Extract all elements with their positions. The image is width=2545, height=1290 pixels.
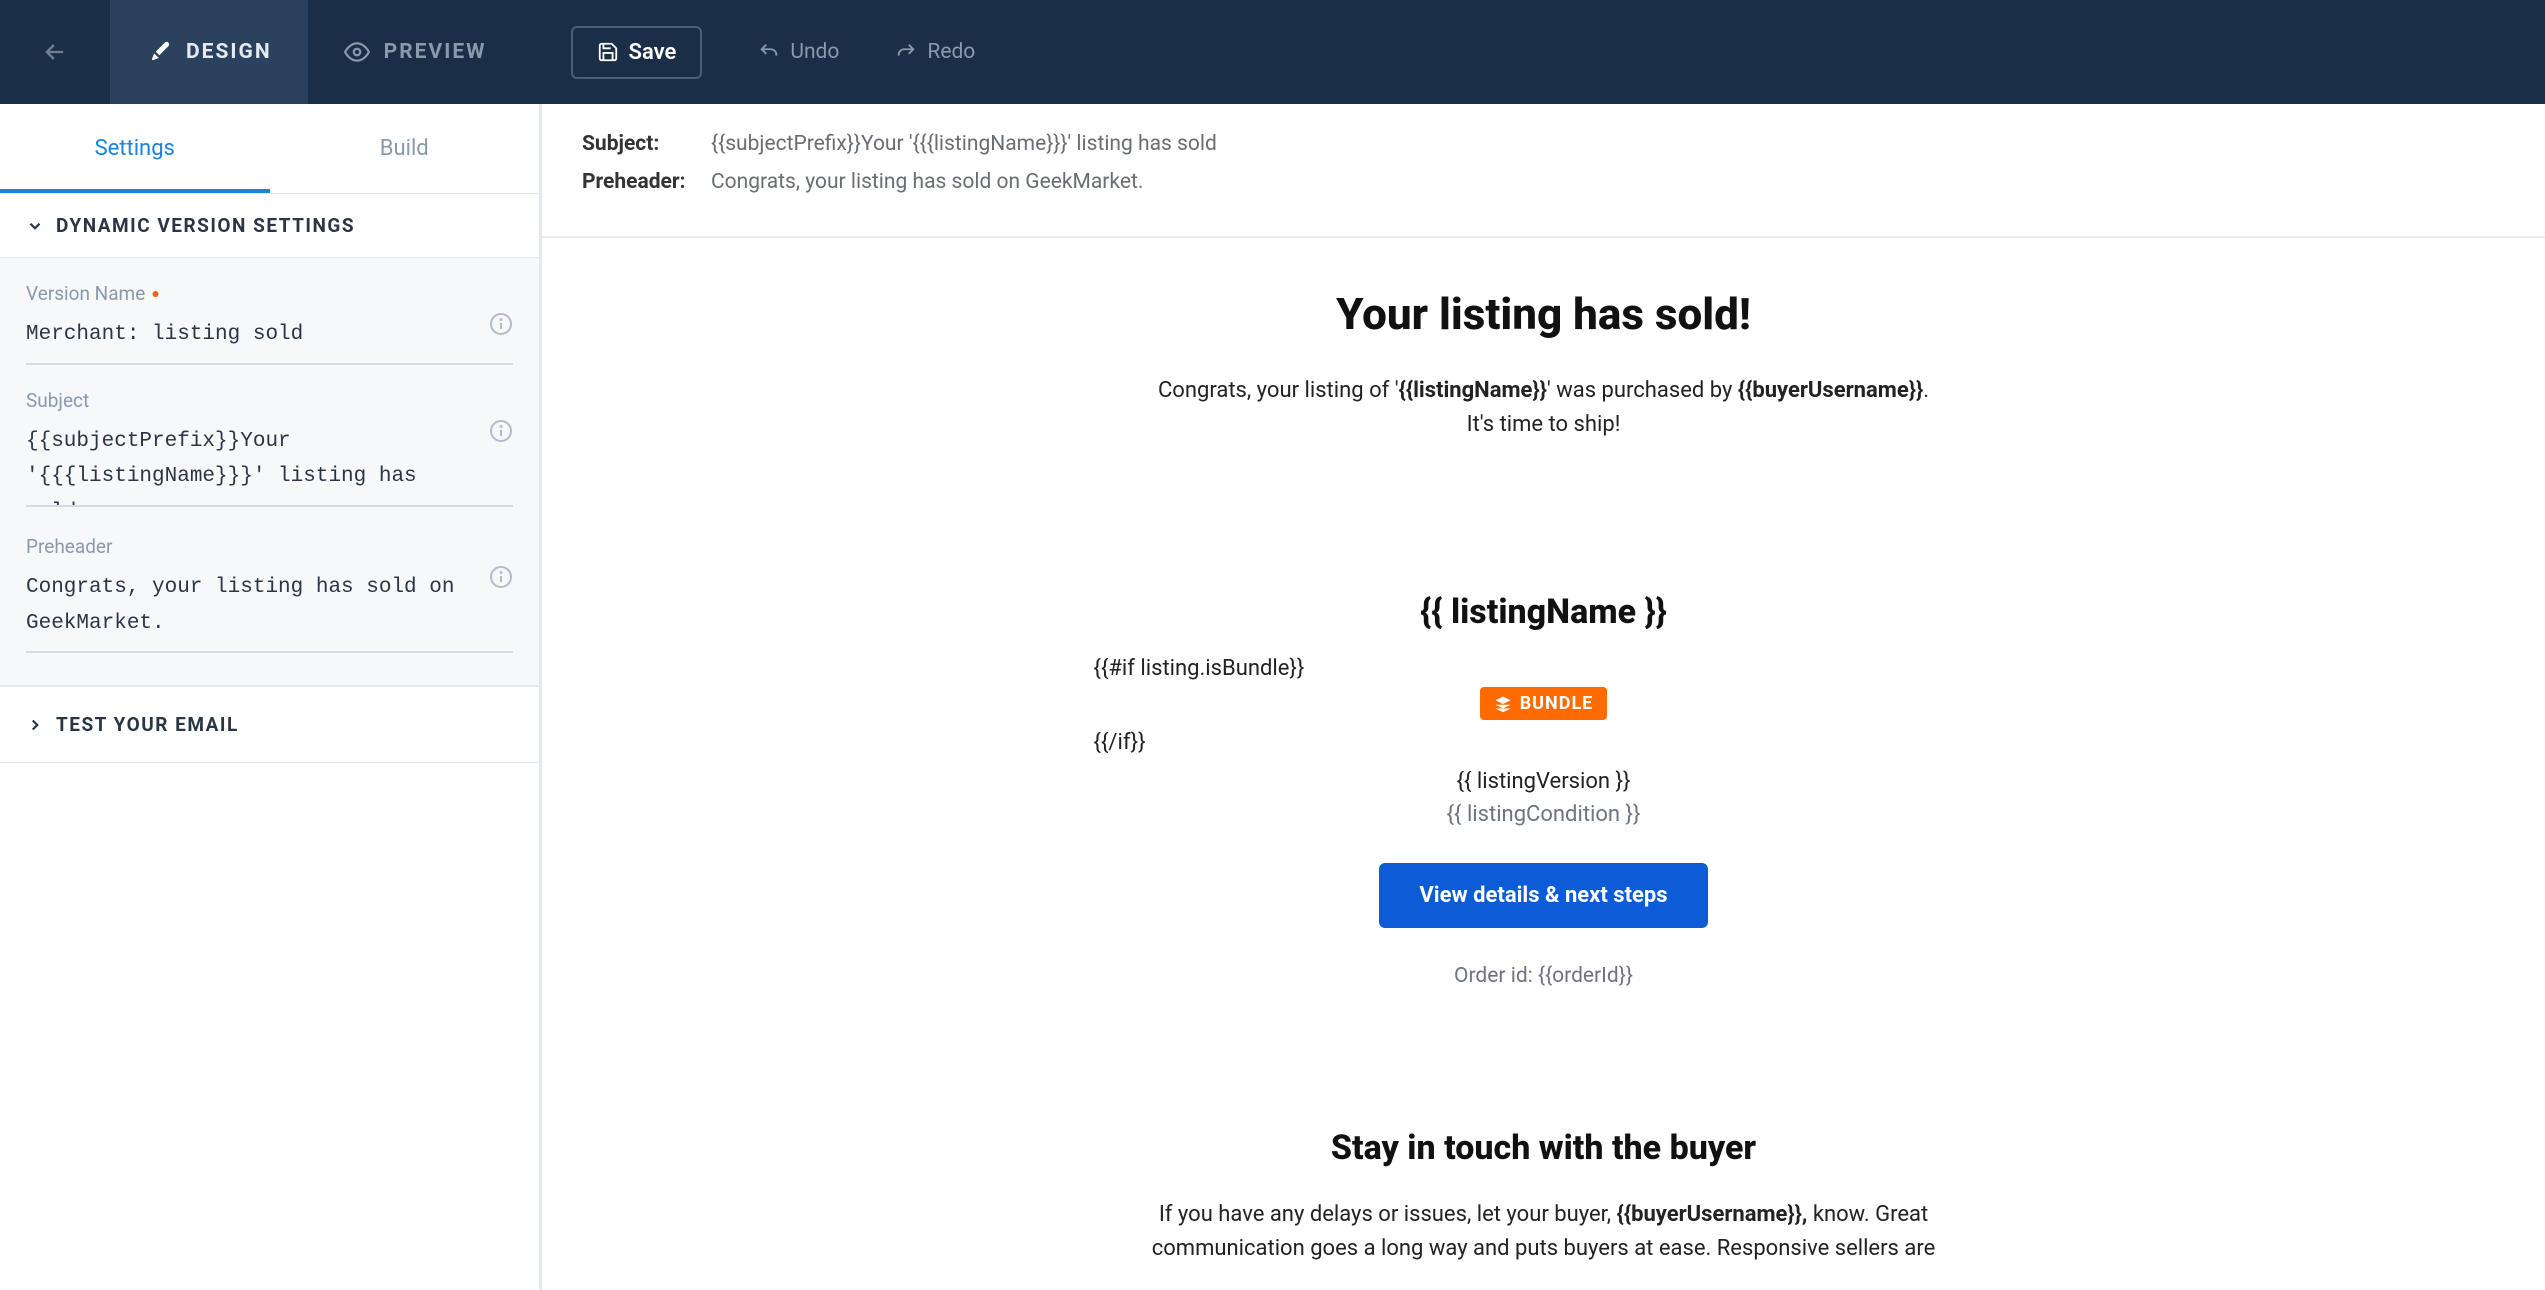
meta-preheader-label: Preheader:: [582, 170, 697, 194]
meta-preheader-value[interactable]: Congrats, your listing has sold on GeekM…: [711, 170, 1143, 194]
arrow-left-icon: [41, 38, 69, 66]
redo-label: Redo: [927, 40, 975, 64]
field-subject: Subject {{subjectPrefix}}Your '{{{listin…: [26, 389, 513, 511]
handlebars-if-close: {{/if}}: [1094, 730, 1994, 755]
info-icon[interactable]: [489, 419, 513, 443]
chevron-down-icon: [26, 217, 44, 235]
meta-subject-value[interactable]: {{subjectPrefix}}Your '{{{listingName}}}…: [711, 132, 1217, 156]
view-details-button[interactable]: View details & next steps: [1379, 863, 1707, 928]
bundle-badge: BUNDLE: [1480, 687, 1608, 720]
save-icon: [597, 41, 619, 63]
chevron-right-icon: [26, 716, 44, 734]
stay-in-touch-paragraph: If you have any delays or issues, let yo…: [1094, 1198, 1994, 1266]
subject-label: Subject: [26, 389, 89, 412]
field-version-name: Version Name ●: [26, 282, 513, 365]
tab-settings-label: Settings: [95, 136, 175, 161]
info-icon[interactable]: [489, 565, 513, 589]
listing-version: {{ listingVersion }}: [1094, 769, 1994, 794]
email-heading: Your listing has sold!: [1094, 288, 1994, 340]
undo-icon: [758, 41, 780, 63]
stay-in-touch-heading: Stay in touch with the buyer: [1094, 1128, 1994, 1168]
preheader-label: Preheader: [26, 535, 112, 558]
tab-build[interactable]: Build: [270, 104, 540, 193]
redo-button[interactable]: Redo: [895, 40, 975, 64]
section-test-your-email[interactable]: Test Your Email: [0, 686, 539, 763]
field-preheader: Preheader Congrats, your listing has sol…: [26, 535, 513, 657]
layers-icon: [1494, 695, 1512, 713]
tab-settings[interactable]: Settings: [0, 104, 270, 193]
save-button[interactable]: Save: [571, 26, 703, 79]
listing-condition: {{ listingCondition }}: [1094, 802, 1994, 827]
canvas: Subject: {{subjectPrefix}}Your '{{{listi…: [542, 104, 2545, 1290]
bundle-badge-row: BUNDLE: [1094, 687, 1994, 730]
tab-preview[interactable]: Preview: [308, 0, 523, 104]
top-toolbar: Design Preview Save Undo Redo: [0, 0, 2545, 104]
tab-build-label: Build: [380, 136, 429, 161]
required-indicator: ●: [151, 285, 159, 302]
handlebars-if-open: {{#if listing.isBundle}}: [1094, 656, 1994, 681]
email-body[interactable]: Your listing has sold! Congrats, your li…: [1074, 238, 2014, 1290]
undo-label: Undo: [790, 40, 839, 64]
eye-icon: [344, 39, 370, 65]
order-id: Order id: {{orderId}}: [1094, 964, 1994, 988]
tab-preview-label: Preview: [384, 40, 487, 64]
section-label: Dynamic Version Settings: [56, 214, 355, 237]
email-meta: Subject: {{subjectPrefix}}Your '{{{listi…: [542, 104, 2545, 236]
sidebar-tabs: Settings Build: [0, 104, 539, 194]
info-icon[interactable]: [489, 312, 513, 336]
form-block: Version Name ● Subject {{subjectPrefix}}Y…: [0, 257, 539, 686]
section-dynamic-version-settings[interactable]: Dynamic Version Settings: [0, 194, 539, 257]
meta-subject-label: Subject:: [582, 132, 697, 156]
back-button[interactable]: [0, 0, 110, 104]
section-label: Test Your Email: [56, 713, 239, 736]
version-name-label: Version Name: [26, 282, 145, 305]
brush-icon: [146, 39, 172, 65]
version-name-input[interactable]: [26, 311, 513, 365]
sidebar: Settings Build Dynamic Version Settings …: [0, 104, 542, 1290]
redo-icon: [895, 41, 917, 63]
listing-name-heading: {{ listingName }}: [1094, 592, 1994, 632]
save-label: Save: [629, 40, 677, 65]
subject-input[interactable]: {{subjectPrefix}}Your '{{{listingName}}}…: [26, 418, 513, 507]
email-lead: Congrats, your listing of '{{listingName…: [1094, 374, 1994, 442]
tab-design[interactable]: Design: [110, 0, 308, 104]
preheader-input[interactable]: Congrats, your listing has sold on GeekM…: [26, 564, 513, 653]
undo-button[interactable]: Undo: [758, 40, 839, 64]
tab-design-label: Design: [186, 40, 272, 64]
